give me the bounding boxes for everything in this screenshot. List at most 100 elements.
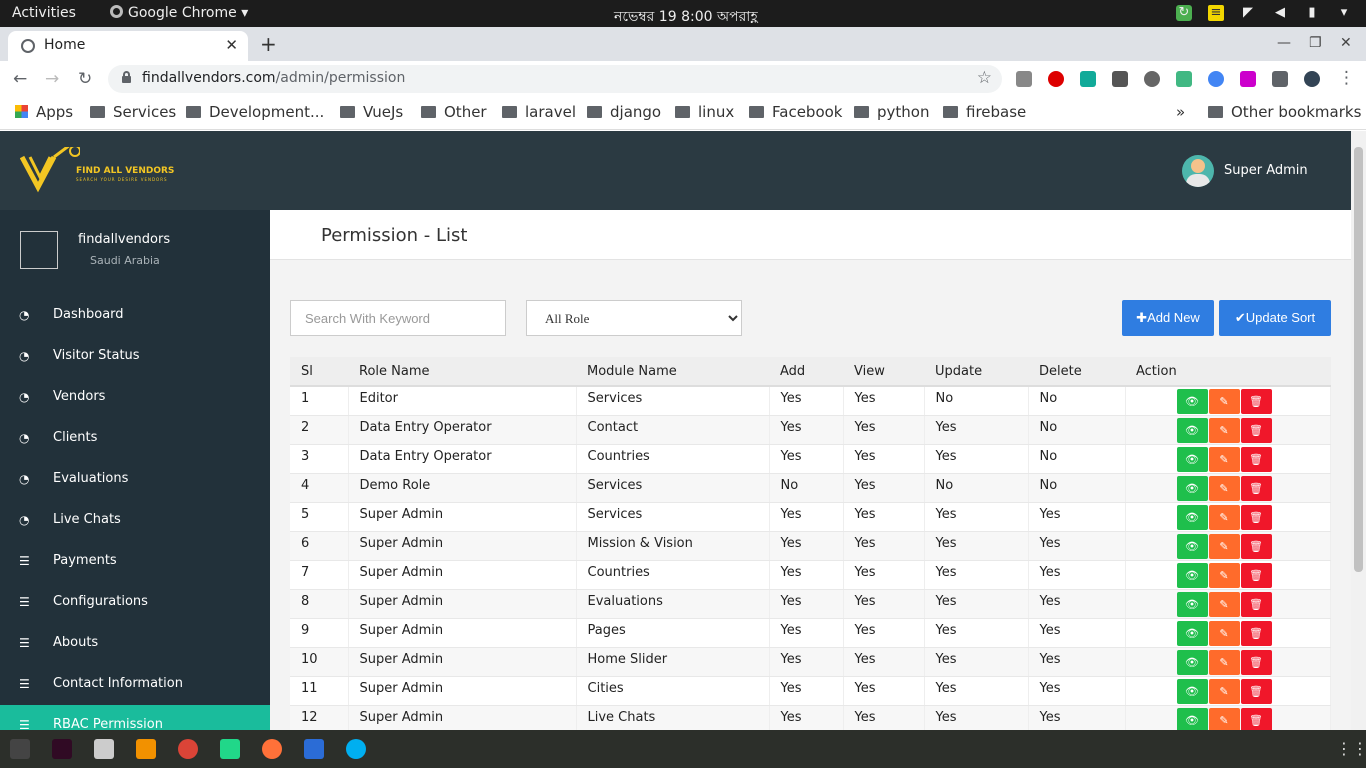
bookmark-folder-services[interactable]: Services: [90, 103, 176, 121]
forward-icon[interactable]: →: [45, 69, 59, 89]
close-tab-icon[interactable]: ✕: [225, 36, 238, 54]
new-tab-icon[interactable]: +: [260, 32, 277, 56]
sidebar-item-live-chats[interactable]: ◔ Live Chats: [0, 500, 270, 541]
extensions-puzzle-icon[interactable]: [1272, 71, 1288, 87]
delete-button[interactable]: 🗑: [1240, 707, 1272, 730]
edit-button[interactable]: ✎: [1208, 678, 1240, 704]
edit-button[interactable]: ✎: [1208, 417, 1240, 443]
view-button[interactable]: 👁: [1176, 620, 1208, 646]
clock[interactable]: নভেম্বর 19 8:00 অপরাহ্ণ: [614, 5, 758, 29]
minimize-icon[interactable]: —: [1277, 35, 1291, 51]
vue-devtools-icon[interactable]: [1176, 71, 1192, 87]
battery-icon[interactable]: ▮: [1304, 5, 1320, 21]
view-button[interactable]: 👁: [1176, 649, 1208, 675]
feather-extension-icon[interactable]: [1240, 71, 1256, 87]
scrollbar-thumb[interactable]: [1354, 147, 1363, 572]
delete-button[interactable]: 🗑: [1240, 678, 1272, 704]
view-button[interactable]: 👁: [1176, 678, 1208, 704]
camera-icon[interactable]: [1016, 71, 1032, 87]
move-extension-icon[interactable]: [1112, 71, 1128, 87]
code-extension-icon[interactable]: [1144, 71, 1160, 87]
edit-button[interactable]: ✎: [1208, 707, 1240, 730]
edit-button[interactable]: ✎: [1208, 389, 1240, 414]
bookmark-folder-facebook[interactable]: Facebook: [749, 103, 842, 121]
bookmark-folder-development[interactable]: Development...: [186, 103, 324, 121]
back-icon[interactable]: ←: [13, 69, 27, 89]
chrome-taskbar-icon[interactable]: [178, 739, 198, 759]
view-button[interactable]: 👁: [1176, 591, 1208, 617]
delete-button[interactable]: 🗑: [1240, 533, 1272, 559]
bookmark-folder-other-bookmarks[interactable]: Other bookmarks: [1208, 103, 1361, 121]
terminal-alt-icon[interactable]: [52, 739, 72, 759]
sidebar-item-clients[interactable]: ◔ Clients: [0, 418, 270, 459]
delete-button[interactable]: 🗑: [1240, 475, 1272, 501]
delete-button[interactable]: 🗑: [1240, 620, 1272, 646]
bookmark-apps[interactable]: Apps: [15, 103, 73, 121]
maximize-icon[interactable]: ❐: [1309, 35, 1322, 51]
pycharm-icon[interactable]: [220, 739, 240, 759]
view-button[interactable]: 👁: [1176, 504, 1208, 530]
view-button[interactable]: 👁: [1176, 389, 1208, 414]
logo-icon[interactable]: [20, 147, 80, 193]
firefox-icon[interactable]: [262, 739, 282, 759]
editor-icon[interactable]: [304, 739, 324, 759]
skype-icon[interactable]: [346, 739, 366, 759]
wifi-icon[interactable]: ◤: [1240, 5, 1256, 21]
profile-avatar[interactable]: [1304, 71, 1320, 87]
reload-icon[interactable]: ↻: [78, 69, 92, 89]
role-select[interactable]: All Role: [526, 300, 742, 336]
bookmark-folder-django[interactable]: django: [587, 103, 661, 121]
sidebar-item-visitor-status[interactable]: ◔ Visitor Status: [0, 336, 270, 377]
bookmark-folder-vuejs[interactable]: VueJs: [340, 103, 403, 121]
admin-name[interactable]: Super Admin: [1224, 163, 1308, 178]
activities-button[interactable]: Activities: [12, 5, 76, 21]
lock-icon[interactable]: [121, 71, 131, 83]
address-bar[interactable]: findallvendors.com/admin/permission ☆: [108, 65, 1002, 93]
delete-button[interactable]: 🗑: [1240, 389, 1272, 414]
app-menu[interactable]: Google Chrome ▾: [110, 5, 248, 21]
edit-button[interactable]: ✎: [1208, 475, 1240, 501]
bookmark-folder-firebase[interactable]: firebase: [943, 103, 1026, 121]
bookmark-star-icon[interactable]: ☆: [977, 68, 992, 88]
edit-button[interactable]: ✎: [1208, 504, 1240, 530]
edit-button[interactable]: ✎: [1208, 591, 1240, 617]
mail-extension-icon[interactable]: [1080, 71, 1096, 87]
app-grid-icon[interactable]: ⋮⋮: [1336, 739, 1366, 759]
delete-button[interactable]: 🗑: [1240, 417, 1272, 443]
sidebar-item-dashboard[interactable]: ◔ Dashboard: [0, 295, 270, 336]
chrome-menu-icon[interactable]: ⋮: [1338, 68, 1355, 88]
edit-button[interactable]: ✎: [1208, 562, 1240, 588]
bookmark-folder-linux[interactable]: linux: [675, 103, 734, 121]
files-icon[interactable]: [94, 739, 114, 759]
page-scrollbar[interactable]: [1351, 131, 1366, 730]
bookmarks-overflow-icon[interactable]: »: [1176, 103, 1185, 121]
sidebar-item-rbac-permission[interactable]: ☰ RBAC Permission: [0, 705, 270, 730]
sidebar-item-vendors[interactable]: ◔ Vendors: [0, 377, 270, 418]
notes-icon[interactable]: ≡: [1208, 5, 1224, 21]
close-window-icon[interactable]: ✕: [1340, 35, 1352, 51]
bookmark-folder-python[interactable]: python: [854, 103, 929, 121]
view-button[interactable]: 👁: [1176, 707, 1208, 730]
view-button[interactable]: 👁: [1176, 533, 1208, 559]
edit-button[interactable]: ✎: [1208, 649, 1240, 675]
view-button[interactable]: 👁: [1176, 446, 1208, 472]
color-picker-icon[interactable]: [1208, 71, 1224, 87]
view-button[interactable]: 👁: [1176, 417, 1208, 443]
sidebar-item-evaluations[interactable]: ◔ Evaluations: [0, 459, 270, 500]
sidebar-item-abouts[interactable]: ☰ Abouts: [0, 623, 270, 664]
volume-icon[interactable]: ◀: [1272, 5, 1288, 21]
update-icon[interactable]: ↻: [1176, 5, 1192, 21]
delete-button[interactable]: 🗑: [1240, 446, 1272, 472]
sidebar-item-payments[interactable]: ☰ Payments: [0, 541, 270, 582]
view-button[interactable]: 👁: [1176, 562, 1208, 588]
edit-button[interactable]: ✎: [1208, 446, 1240, 472]
delete-button[interactable]: 🗑: [1240, 504, 1272, 530]
system-menu-icon[interactable]: ▾: [1336, 5, 1352, 21]
search-input[interactable]: [290, 300, 506, 336]
sidebar-item-configurations[interactable]: ☰ Configurations: [0, 582, 270, 623]
delete-button[interactable]: 🗑: [1240, 649, 1272, 675]
bookmark-folder-laravel[interactable]: laravel: [502, 103, 576, 121]
bookmark-folder-other[interactable]: Other: [421, 103, 487, 121]
sidebar-item-contact-information[interactable]: ☰ Contact Information: [0, 664, 270, 705]
delete-button[interactable]: 🗑: [1240, 562, 1272, 588]
